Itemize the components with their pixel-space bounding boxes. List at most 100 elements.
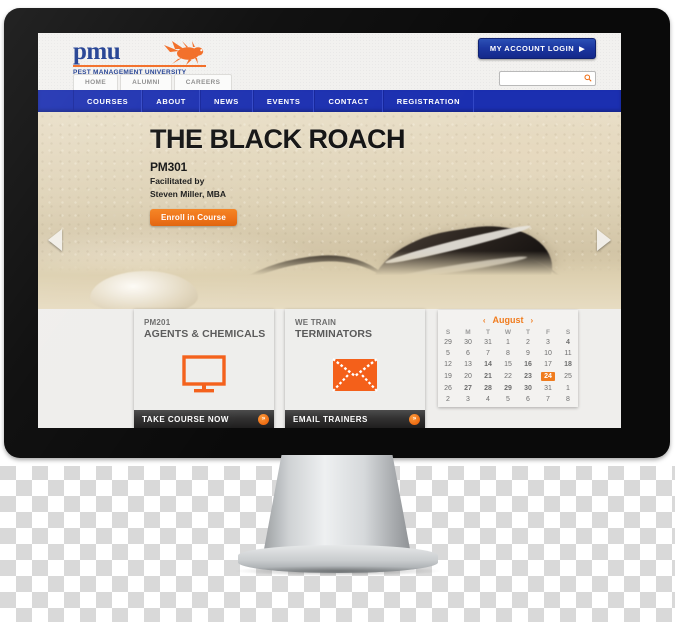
calendar-day[interactable]: 13 xyxy=(458,359,478,370)
calendar-day[interactable]: 8 xyxy=(498,348,518,359)
calendar-day-selected[interactable]: 24 xyxy=(538,370,558,383)
calendar-day-event[interactable]: 28 xyxy=(478,383,498,394)
calendar-day[interactable]: 1 xyxy=(498,337,518,348)
nav-item-events[interactable]: EVENTS xyxy=(252,90,315,112)
enroll-in-course-button[interactable]: Enroll in Course xyxy=(150,209,237,226)
calendar-day-event[interactable]: 14 xyxy=(478,359,498,370)
calendar-day[interactable]: 11 xyxy=(558,348,578,359)
calendar-day[interactable]: 3 xyxy=(538,337,558,348)
hero-slider: THE BLACK ROACH PM301 Facilitated by Ste… xyxy=(38,112,621,309)
calendar-day[interactable]: 31 xyxy=(538,383,558,394)
calendar-week-row: 19 20 21 22 23 24 25 xyxy=(438,370,578,383)
search-input[interactable] xyxy=(503,77,581,90)
calendar-day-outside: 30 xyxy=(464,339,472,346)
hero-course-code: PM301 xyxy=(150,160,188,174)
search-icon[interactable] xyxy=(584,74,592,82)
primary-nav: COURSES ABOUT NEWS EVENTS CONTACT REGIST… xyxy=(38,90,621,112)
calendar-day[interactable]: 12 xyxy=(438,359,458,370)
calendar-week-row: 5 6 7 8 9 10 11 xyxy=(438,348,578,359)
chevron-double-right-icon: » xyxy=(409,413,420,425)
caret-right-icon: ▶ xyxy=(579,46,585,53)
calendar-day[interactable]: 20 xyxy=(458,370,478,383)
calendar-month-label: August xyxy=(492,315,524,325)
card-header: PM201 AGENTS & CHEMICALS xyxy=(134,309,274,340)
calendar-day-event[interactable]: 23 xyxy=(518,370,538,383)
calendar-day-header-6: S xyxy=(565,329,571,336)
calendar-day-outside: 6 xyxy=(526,396,530,403)
calendar-day[interactable]: 17 xyxy=(538,359,558,370)
calendar-day[interactable]: 25 xyxy=(558,370,578,383)
calendar-day-outside: 7 xyxy=(546,396,550,403)
card-title: TERMINATORS xyxy=(295,328,373,340)
take-course-now-button[interactable]: TAKE COURSE NOW » xyxy=(134,410,274,428)
nav-item-registration[interactable]: REGISTRATION xyxy=(382,90,475,112)
calendar-week-row: 29 30 31 1 2 3 4 xyxy=(438,337,578,348)
calendar-day[interactable]: 2 xyxy=(518,337,538,348)
calendar-day[interactable]: 19 xyxy=(438,370,458,383)
calendar-week-row: 2 3 4 5 6 7 8 xyxy=(438,394,578,405)
nav-item-about[interactable]: ABOUT xyxy=(142,90,200,112)
calendar-day[interactable]: 9 xyxy=(518,348,538,359)
calendar-day-event[interactable]: 27 xyxy=(458,383,478,394)
calendar-day[interactable]: 22 xyxy=(498,370,518,383)
calendar-day-event[interactable]: 30 xyxy=(518,383,538,394)
hero-copy: THE BLACK ROACH PM301 Facilitated by Ste… xyxy=(150,124,440,226)
calendar-day-outside: 29 xyxy=(444,339,452,346)
card-icon-slot xyxy=(134,340,274,410)
secondary-nav: HOME ALUMNI CAREERS xyxy=(73,74,234,90)
calendar-day[interactable]: 26 xyxy=(438,383,458,394)
calendar-day-outside: 3 xyxy=(466,396,470,403)
calendar-day-event[interactable]: 18 xyxy=(558,359,578,370)
card-icon-slot xyxy=(285,340,425,410)
chevron-double-right-icon: » xyxy=(258,413,269,425)
card-cta-label: TAKE COURSE NOW xyxy=(142,414,229,424)
slider-prev-icon[interactable] xyxy=(48,229,62,251)
site-header: pmu PEST MANAGEMENT UNIVERSITY MY ACCOUN… xyxy=(38,33,621,90)
site-logo[interactable]: pmu PEST MANAGEMENT UNIVERSITY xyxy=(73,39,248,76)
my-account-login-button[interactable]: MY ACCOUNT LOGIN ▶ xyxy=(477,38,596,59)
calendar-next-month-icon[interactable]: › xyxy=(531,316,534,325)
slider-next-icon[interactable] xyxy=(597,229,611,251)
calendar-day[interactable]: 15 xyxy=(498,359,518,370)
login-label: MY ACCOUNT LOGIN xyxy=(489,44,575,53)
calendar-header: ‹ August › xyxy=(438,314,578,328)
computer-monitor: pmu PEST MANAGEMENT UNIVERSITY MY ACCOUN… xyxy=(4,8,670,458)
nav-item-contact[interactable]: CONTACT xyxy=(314,90,383,112)
card-cta-label: EMAIL TRAINERS xyxy=(293,414,368,424)
hero-facilitator-line2: Steven Miller, MBA xyxy=(150,189,227,199)
calendar-grid: SMTWTFS 29 30 31 1 2 3 4 5 6 7 8 9 10 11 12 13 14 15 16 17 1… xyxy=(438,328,578,405)
subnav-item-home[interactable]: HOME xyxy=(73,74,119,90)
calendar-day[interactable]: 6 xyxy=(458,348,478,359)
calendar-day-event[interactable]: 16 xyxy=(518,359,538,370)
calendar-day-outside: 2 xyxy=(446,396,450,403)
subnav-item-careers[interactable]: CAREERS xyxy=(173,74,233,90)
search-box[interactable] xyxy=(499,71,596,90)
promo-card-agents-chemicals[interactable]: PM201 AGENTS & CHEMICALS TAKE COURSE NOW… xyxy=(134,309,274,428)
calendar-day-outside: 5 xyxy=(506,396,510,403)
calendar-day-event[interactable]: 4 xyxy=(558,337,578,348)
logo-underline xyxy=(73,65,206,67)
calendar-day-header-3: W xyxy=(504,329,512,336)
calendar-day-header-4: T xyxy=(526,329,530,336)
website-viewport: pmu PEST MANAGEMENT UNIVERSITY MY ACCOUN… xyxy=(38,33,621,428)
monitor-icon xyxy=(182,355,226,393)
calendar-day-event[interactable]: 21 xyxy=(478,370,498,383)
subnav-item-alumni[interactable]: ALUMNI xyxy=(120,74,172,90)
calendar-prev-month-icon[interactable]: ‹ xyxy=(483,316,486,325)
calendar-day-header-1: M xyxy=(465,329,471,336)
calendar-day-outside: 8 xyxy=(566,396,570,403)
nav-item-news[interactable]: NEWS xyxy=(199,90,253,112)
hero-title: THE BLACK ROACH xyxy=(150,124,406,154)
email-trainers-button[interactable]: EMAIL TRAINERS » xyxy=(285,410,425,428)
card-header: WE TRAIN TERMINATORS xyxy=(285,309,425,340)
nav-item-courses[interactable]: COURSES xyxy=(73,90,143,112)
calendar-week-row: 26 27 28 29 30 31 1 xyxy=(438,383,578,394)
calendar-day[interactable]: 7 xyxy=(478,348,498,359)
monitor-stand-shadow xyxy=(236,566,440,576)
calendar-week-row: 12 13 14 15 16 17 18 xyxy=(438,359,578,370)
calendar-day-event[interactable]: 29 xyxy=(498,383,518,394)
card-supertitle: WE TRAIN xyxy=(295,318,337,327)
calendar-day[interactable]: 5 xyxy=(438,348,458,359)
calendar-day[interactable]: 10 xyxy=(538,348,558,359)
promo-card-we-train-terminators[interactable]: WE TRAIN TERMINATORS EMAIL TRAINERS » xyxy=(285,309,425,428)
